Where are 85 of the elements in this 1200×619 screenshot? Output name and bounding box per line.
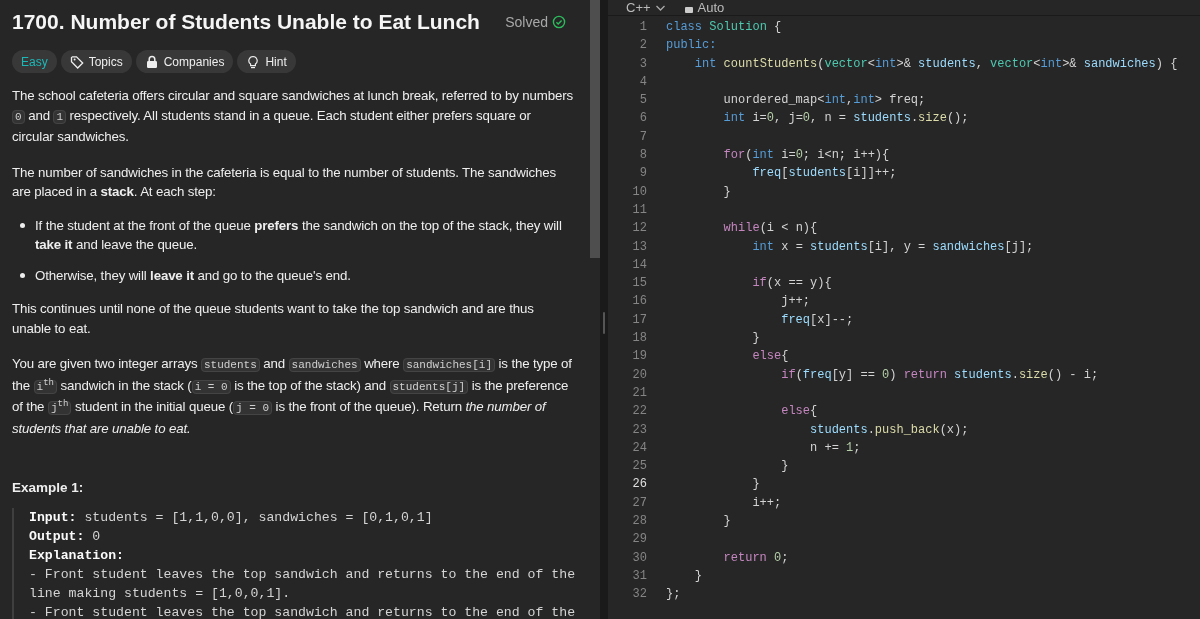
code-line: } <box>780 458 789 476</box>
paragraph: You are given two integer arrays students and sandwiches where sandwiches[i] is the type of the i$^{th}$ sandwich in the stack ( i = 0 is the top of the stack) and students[j] is the preference of the j$^{th}$ student in the initial queue ( j = 0 is the front of the queue). Return the number of students that are unable to eat. <box>12 355 573 438</box>
line-number: 17 <box>631 311 647 329</box>
line-number: 6 <box>638 110 647 128</box>
companies-button[interactable]: Companies <box>135 50 234 73</box>
code-line: else{ <box>780 403 818 421</box>
example-line: Output: 0 <box>29 528 102 546</box>
hint-button[interactable]: Hint <box>237 50 296 73</box>
line-number: 5 <box>638 92 647 110</box>
code-line: j++; <box>780 293 811 311</box>
code-line: int x = students[i], y = sandwiches[j]; <box>751 238 1034 256</box>
bullet-icon <box>20 222 25 228</box>
code-line: n += 1; <box>809 439 861 457</box>
resize-handle[interactable] <box>603 311 605 334</box>
code-line: if(x == y){ <box>751 275 832 293</box>
line-number: 30 <box>631 549 647 567</box>
code-line: else{ <box>751 348 789 366</box>
line-number: 22 <box>631 403 647 421</box>
line-number: 26 <box>631 476 647 494</box>
code-line: for(int i=0; i<n; i++){ <box>722 147 890 165</box>
line-number: 24 <box>631 439 647 457</box>
line-number: 23 <box>631 421 647 439</box>
code-line: } <box>722 183 731 201</box>
line-number: 10 <box>631 183 647 201</box>
line-number: 1 <box>638 19 647 36</box>
line-number: 25 <box>631 458 647 476</box>
code-line: i++; <box>751 494 782 512</box>
check-circle-icon <box>552 15 566 29</box>
line-number: 13 <box>631 238 647 256</box>
example-line: Explanation: <box>29 547 125 565</box>
code-line: while(i < n){ <box>722 220 818 238</box>
scrollbar-thumb[interactable] <box>590 0 600 258</box>
code-line: unordered_map<int,int> freq; <box>722 92 926 110</box>
code-line: freq[students[i]]++; <box>751 165 897 183</box>
line-number: 2 <box>638 37 647 55</box>
line-number: 31 <box>631 567 647 585</box>
topics-button[interactable]: Topics <box>60 50 132 73</box>
lightbulb-icon <box>246 54 261 69</box>
code-line: students.push_back(x); <box>809 421 969 439</box>
line-number: 19 <box>631 348 647 366</box>
paragraph: The number of sandwiches in the cafeteria is equal to the number of students. The sandwiches are placed in a stack. At each step: <box>12 163 557 201</box>
code-line: int countStudents(vector<int>& students, vector<int>& sandwiches) { <box>693 55 1178 73</box>
line-number: 14 <box>631 256 647 274</box>
line-number: 29 <box>631 531 647 549</box>
line-number: 12 <box>631 220 647 238</box>
code-line: } <box>693 567 702 585</box>
paragraph: The school cafeteria offers circular and square sandwiches at lunch break, referred to by numbers 0 and 1 respectively. All students stand in a queue. Each student either prefers square or circular sandwiches. <box>12 87 574 146</box>
line-number: 3 <box>638 55 647 73</box>
code-line: class Solution { <box>666 19 782 36</box>
list-item: Otherwise, they will leave it and go to the queue's end. <box>35 266 351 285</box>
code-line: } <box>751 330 760 348</box>
code-line: if(freq[y] == 0) return students.size() - i; <box>780 366 1099 384</box>
line-number: 27 <box>631 494 647 512</box>
line-number: 16 <box>631 293 647 311</box>
line-number: 11 <box>631 201 647 219</box>
code-line: } <box>722 513 731 530</box>
paragraph: This continues until none of the queue students want to take the top sandwich and are thus unable to eat. <box>12 300 535 338</box>
example-line: - Front student leaves the top sandwich and returns to the end of the <box>29 604 577 619</box>
example-heading: Example 1: <box>12 480 85 495</box>
line-number: 7 <box>638 128 647 146</box>
problem-title: 1700. Number of Students Unable to Eat Lunch <box>12 10 480 34</box>
line-number: 15 <box>631 275 647 293</box>
tag-icon <box>69 54 84 69</box>
line-number: 28 <box>631 513 647 530</box>
list-item: If the student at the front of the queue prefers the sandwich on the top of the stack, they will take it and leave the queue. <box>35 216 563 254</box>
line-number: 32 <box>631 586 647 604</box>
code-line: }; <box>666 586 681 604</box>
example-line: - Front student leaves the top sandwich and returns to the end of the line making students = [1,0,0,1]. <box>29 566 577 603</box>
line-number: 4 <box>638 73 647 91</box>
code-line: return 0; <box>722 549 789 567</box>
solved-label: Solved <box>505 14 548 30</box>
code-line: int i=0, j=0, n = students.size(); <box>722 110 969 128</box>
difficulty-button[interactable]: Easy <box>12 50 57 73</box>
auto-mode-button[interactable]: Auto <box>683 0 725 15</box>
code-line: public: <box>666 37 717 55</box>
example-line: Input: students = [1,1,0,0], sandwiches = [0,1,0,1] <box>29 509 434 527</box>
line-number: 8 <box>638 147 647 165</box>
language-dropdown[interactable]: C++ <box>626 0 666 15</box>
line-number: 21 <box>631 384 647 402</box>
line-number: 20 <box>631 366 647 384</box>
line-number: 9 <box>638 165 647 183</box>
code-line: freq[x]--; <box>780 311 854 329</box>
line-number: 18 <box>631 330 647 348</box>
code-line: } <box>751 476 760 494</box>
bullet-icon <box>20 272 25 278</box>
